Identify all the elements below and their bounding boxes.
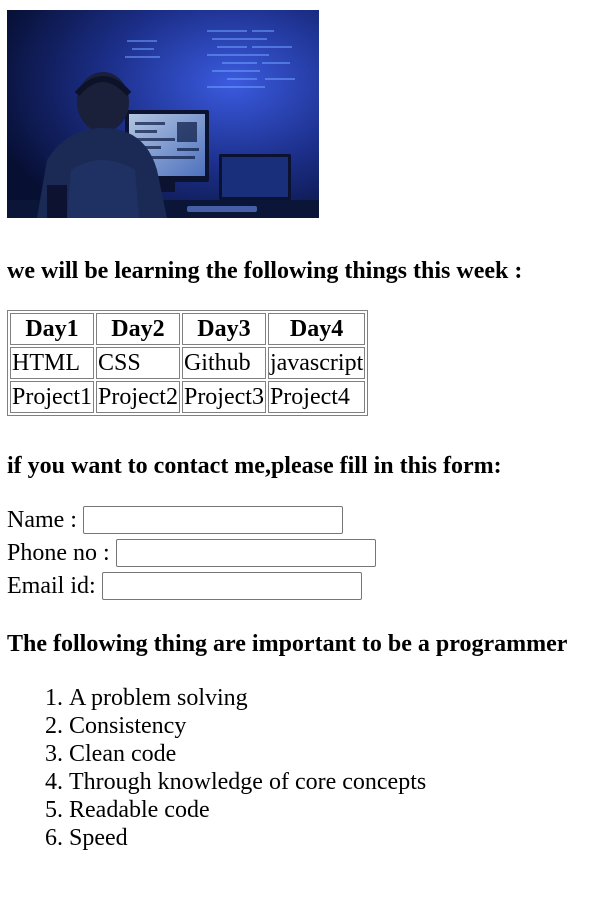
table-cell: CSS (95, 347, 180, 379)
programmer-at-computer-photo (7, 10, 319, 218)
table-cell: Project2 (95, 381, 180, 413)
email-input[interactable] (101, 571, 362, 600)
phone-field-row: Phone no : (7, 536, 609, 569)
list-item: Through knowledge of core concepts (69, 768, 609, 796)
list-item: Readable code (69, 796, 609, 824)
important-heading: The following thing are important to be … (7, 631, 568, 657)
name-input[interactable] (82, 505, 343, 534)
name-label: Name : (7, 506, 83, 533)
phone-label: Phone no : (7, 539, 116, 566)
table-cell: Project3 (181, 381, 266, 413)
table-cell: Project1 (10, 381, 94, 413)
table-cell: HTML (10, 347, 94, 379)
table-cell: Project4 (267, 381, 366, 413)
list-item: Clean code (69, 740, 609, 768)
schedule-table: Day1 Day2 Day3 Day4 HTML CSS Github java… (7, 310, 369, 416)
list-item: Consistency (69, 712, 609, 740)
skills-list: A problem solving Consistency Clean code… (7, 684, 609, 852)
table-header-cell: Day4 (267, 313, 366, 345)
table-header-row: Day1 Day2 Day3 Day4 (10, 313, 366, 345)
contact-heading: if you want to contact me,please fill in… (7, 453, 502, 479)
list-item: Speed (69, 824, 609, 852)
email-field-row: Email id: (7, 569, 609, 602)
table-cell: javascript (267, 347, 366, 379)
table-header-cell: Day1 (10, 313, 94, 345)
table-header-cell: Day3 (181, 313, 266, 345)
table-row: Project1 Project2 Project3 Project4 (10, 381, 366, 413)
email-label: Email id: (7, 572, 102, 599)
phone-input[interactable] (115, 538, 376, 567)
name-field-row: Name : (7, 503, 609, 536)
table-row: HTML CSS Github javascript (10, 347, 366, 379)
table-cell: Github (181, 347, 266, 379)
contact-form: Name : Phone no : Email id: (7, 503, 609, 602)
list-item: A problem solving (69, 684, 609, 712)
table-header-cell: Day2 (95, 313, 180, 345)
page: we will be learning the following things… (0, 0, 616, 852)
learning-heading: we will be learning the following things… (7, 258, 523, 284)
